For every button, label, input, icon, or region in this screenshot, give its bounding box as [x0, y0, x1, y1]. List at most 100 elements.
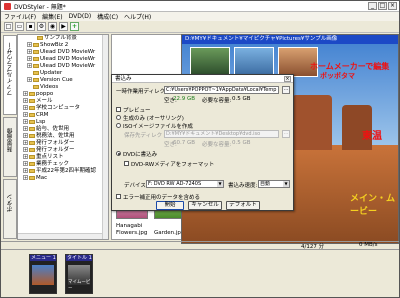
- expand-icon[interactable]: +: [27, 77, 32, 82]
- generate-only-radio[interactable]: [116, 115, 121, 120]
- tree-item-label: サンプル背景: [44, 35, 77, 41]
- device-select[interactable]: F: DVD RW AD-7240S ▼: [146, 180, 224, 188]
- toolbar: □ ▭ ▪ ⚙ ◉ ▶ +: [1, 21, 399, 33]
- expand-icon[interactable]: +: [23, 140, 28, 145]
- preview-text-bottom[interactable]: メイン・ムービー: [350, 191, 398, 217]
- expand-icon[interactable]: +: [23, 175, 28, 180]
- save-icon[interactable]: ▪: [26, 22, 35, 31]
- tree-item[interactable]: + poppo: [18, 91, 108, 98]
- expand-icon[interactable]: +: [27, 42, 32, 47]
- burn-icon[interactable]: ◉: [48, 22, 57, 31]
- speed-select[interactable]: 自動 ▼: [258, 180, 290, 188]
- temp-dir-browse-button[interactable]: ...: [282, 86, 290, 94]
- status-bar: 4/127 分 0 MB/s: [1, 241, 399, 250]
- cancel-button[interactable]: キャンセル: [188, 201, 222, 210]
- folder-tree[interactable]: サンプル背景 + ShowBiz 2 + Ulead DVD MovieWr + Ulead…: [17, 34, 109, 240]
- tree-item[interactable]: + 発行フォルダー: [18, 140, 108, 147]
- tree-item[interactable]: Updater: [18, 70, 108, 77]
- iso-radio[interactable]: [116, 123, 121, 128]
- required2-label: 必要な容量:: [202, 142, 232, 148]
- menu-edit[interactable]: 編集(E): [42, 12, 62, 21]
- tree-item[interactable]: + 学校コンピュータ: [18, 105, 108, 112]
- expand-icon[interactable]: +: [23, 147, 28, 152]
- tree-item-label: メール: [36, 98, 53, 104]
- add-icon[interactable]: +: [70, 22, 79, 31]
- tree-item[interactable]: + 税務法、佐世用: [18, 133, 108, 140]
- add-ecc-checkbox[interactable]: [116, 194, 121, 199]
- tree-item[interactable]: + Mac: [18, 175, 108, 182]
- burn-dvd-radio[interactable]: [116, 151, 121, 156]
- tree-item[interactable]: + 給与、佐世用: [18, 126, 108, 133]
- tree-item-label: Updater: [40, 70, 63, 76]
- tree-vertical-scrollbar[interactable]: [102, 35, 108, 239]
- expand-icon[interactable]: +: [27, 56, 32, 61]
- title-label: タイトル 1: [66, 255, 92, 261]
- expand-icon[interactable]: +: [23, 133, 28, 138]
- save-to-browse-button[interactable]: ...: [282, 130, 290, 138]
- tab-backgrounds[interactable]: 背景画像: [3, 117, 17, 177]
- preview-icon[interactable]: ▶: [59, 22, 68, 31]
- preview-text-mid[interactable]: 東温: [362, 127, 382, 142]
- temp-dir-input[interactable]: C:¥Users¥POPPOT~1¥AppData¥Local¥Temp: [164, 86, 279, 94]
- minimize-button[interactable]: _: [368, 2, 377, 10]
- settings-icon[interactable]: ⚙: [37, 22, 46, 31]
- preview-checkbox[interactable]: [116, 107, 121, 112]
- tree-item[interactable]: + 発行フォルダー: [18, 147, 108, 154]
- tree-item-label: 給与、佐世用: [36, 126, 70, 132]
- tree-item[interactable]: + 重点リスト: [18, 154, 108, 161]
- tree-horizontal-scrollbar[interactable]: [18, 233, 102, 239]
- expand-icon[interactable]: +: [23, 161, 28, 166]
- dialog-close-button[interactable]: ×: [284, 76, 291, 82]
- tree-item[interactable]: + 業務チェック: [18, 161, 108, 168]
- expand-icon[interactable]: +: [23, 91, 28, 96]
- tree-item[interactable]: + メール: [18, 98, 108, 105]
- menu-help[interactable]: ヘルプ(H): [124, 12, 151, 21]
- default-button[interactable]: デフォルト: [226, 201, 260, 210]
- tree-item[interactable]: Videos: [18, 84, 108, 91]
- preview-photo[interactable]: [190, 47, 230, 77]
- folder-icon: [33, 70, 39, 75]
- title-thumbnail[interactable]: タイトル 1 マイムービー: [65, 254, 93, 294]
- expand-icon[interactable]: +: [23, 119, 28, 124]
- preview-text-sub[interactable]: ポッポタマ: [320, 71, 355, 81]
- menu-config[interactable]: 構成(C): [97, 12, 118, 21]
- new-file-icon[interactable]: □: [4, 22, 13, 31]
- maximize-button[interactable]: □: [378, 2, 387, 10]
- folder-icon: [33, 63, 39, 68]
- tree-item[interactable]: + Ulead DVD MovieWr: [18, 49, 108, 56]
- folder-icon: [29, 119, 35, 124]
- tree-item[interactable]: + 平成22年第2四半期確認: [18, 168, 108, 175]
- expand-icon[interactable]: +: [23, 112, 28, 117]
- tree-item[interactable]: + Ulead DVD MovieWr: [18, 63, 108, 70]
- preview-photo[interactable]: [234, 47, 274, 77]
- tab-buttons[interactable]: ボタン: [3, 179, 17, 239]
- close-button[interactable]: ×: [388, 2, 397, 10]
- folder-icon: [29, 168, 35, 173]
- save-to-input[interactable]: D:¥MY¥ドキュメント¥Desktop¥dvd.iso: [164, 130, 279, 138]
- folder-icon: [33, 42, 39, 47]
- tree-item[interactable]: + Lsp: [18, 119, 108, 126]
- tree-item[interactable]: + Version Cue: [18, 77, 108, 84]
- expand-icon[interactable]: +: [23, 98, 28, 103]
- tree-item[interactable]: + ShowBiz 2: [18, 42, 108, 49]
- expand-icon[interactable]: +: [23, 105, 28, 110]
- tab-file-browser[interactable]: ファイルブラウザー: [3, 35, 17, 115]
- start-button[interactable]: 開始: [156, 201, 184, 210]
- expand-icon[interactable]: +: [27, 63, 32, 68]
- menu-dvd[interactable]: DVD(D): [69, 13, 92, 20]
- tree-item[interactable]: + Ulead DVD MovieWr: [18, 56, 108, 63]
- tree-item[interactable]: + CRM: [18, 112, 108, 119]
- open-folder-icon[interactable]: ▭: [15, 22, 24, 31]
- expand-icon[interactable]: +: [23, 126, 28, 131]
- file-name: Hanagabi: [116, 223, 143, 229]
- expand-icon[interactable]: +: [23, 168, 28, 173]
- file-name: Garden.jpg: [154, 230, 185, 236]
- menu-thumbnail[interactable]: メニュー 1: [29, 254, 57, 294]
- expand-icon[interactable]: +: [27, 49, 32, 54]
- tree-item[interactable]: サンプル背景: [18, 35, 108, 42]
- tree-item-label: ShowBiz 2: [40, 42, 69, 48]
- burn-dialog: 書込み × 一時作業用ディレクトリ: C:¥Users¥POPPOT~1¥App…: [111, 74, 294, 211]
- expand-icon[interactable]: +: [23, 154, 28, 159]
- format-rw-checkbox[interactable]: [124, 161, 129, 166]
- menu-file[interactable]: ファイル(F): [4, 12, 36, 21]
